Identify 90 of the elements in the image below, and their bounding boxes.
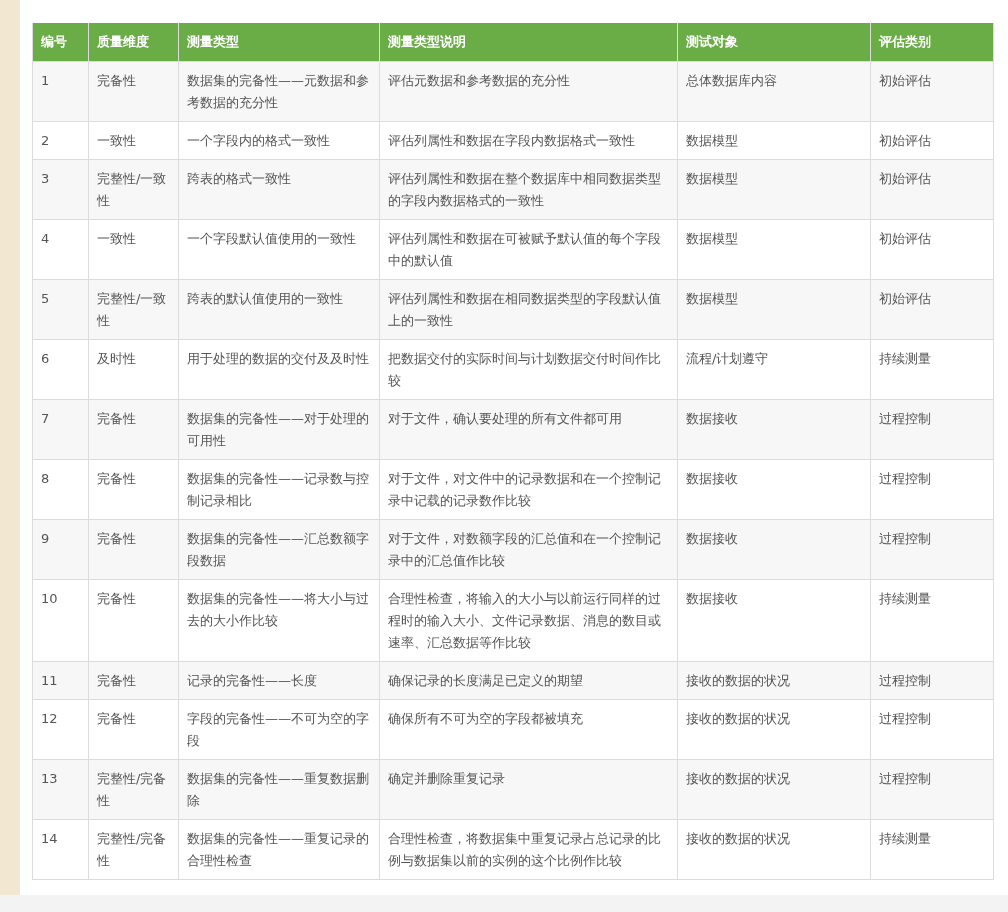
table-cell: 总体数据库内容 xyxy=(677,61,871,122)
table-cell: 对于文件，确认要处理的所有文件都可用 xyxy=(379,399,678,460)
table-cell: 完备性 xyxy=(88,61,179,122)
table-cell: 确定并删除重复记录 xyxy=(379,759,678,820)
table-cell: 一致性 xyxy=(88,219,179,280)
table-cell: 过程控制 xyxy=(870,661,994,700)
table-cell: 对于文件，对数额字段的汇总值和在一个控制记录中的汇总值作比较 xyxy=(379,519,678,580)
table-cell: 初始评估 xyxy=(870,159,994,220)
table-cell: 过程控制 xyxy=(870,399,994,460)
table-cell: 接收的数据的状况 xyxy=(677,699,871,760)
table-cell: 过程控制 xyxy=(870,699,994,760)
table-cell: 跨表的默认值使用的一致性 xyxy=(178,279,380,340)
table-cell: 及时性 xyxy=(88,339,179,400)
table-cell: 数据集的完备性——汇总数额字段数据 xyxy=(178,519,380,580)
table-cell: 数据接收 xyxy=(677,579,871,662)
table-cell: 完整性/一致性 xyxy=(88,279,179,340)
table-cell: 接收的数据的状况 xyxy=(677,819,871,880)
table-cell: 完备性 xyxy=(88,519,179,580)
column-header: 评估类别 xyxy=(870,23,994,62)
table-cell: 数据集的完备性——重复数据删除 xyxy=(178,759,380,820)
table-cell: 一个字段内的格式一致性 xyxy=(178,121,380,160)
table-cell: 用于处理的数据的交付及及时性 xyxy=(178,339,380,400)
table-cell: 合理性检查，将输入的大小与以前运行同样的过程时的输入大小、文件记录数据、消息的数目或速率、汇总数据等作比较 xyxy=(379,579,678,662)
table-cell: 持续测量 xyxy=(870,339,994,400)
table-cell: 持续测量 xyxy=(870,579,994,662)
table-cell: 完备性 xyxy=(88,699,179,760)
table-cell: 流程/计划遵守 xyxy=(677,339,871,400)
table-cell: 数据集的完备性——元数据和参考数据的充分性 xyxy=(178,61,380,122)
table-cell: 数据模型 xyxy=(677,159,871,220)
table-cell: 1 xyxy=(32,61,89,122)
table-cell: 完整性/完备性 xyxy=(88,819,179,880)
table-cell: 评估列属性和数据在字段内数据格式一致性 xyxy=(379,121,678,160)
table-cell: 跨表的格式一致性 xyxy=(178,159,380,220)
table-cell: 过程控制 xyxy=(870,759,994,820)
table-cell: 完整性/一致性 xyxy=(88,159,179,220)
column-header: 质量维度 xyxy=(88,23,179,62)
table-cell: 记录的完备性——长度 xyxy=(178,661,380,700)
table-cell: 对于文件，对文件中的记录数据和在一个控制记录中记载的记录数作比较 xyxy=(379,459,678,520)
table-cell: 合理性检查，将数据集中重复记录占总记录的比例与数据集以前的实例的这个比例作比较 xyxy=(379,819,678,880)
table-cell: 数据集的完备性——对于处理的可用性 xyxy=(178,399,380,460)
table-cell: 3 xyxy=(32,159,89,220)
column-header: 测量类型 xyxy=(178,23,380,62)
table-cell: 12 xyxy=(32,699,89,760)
table-cell: 确保所有不可为空的字段都被填充 xyxy=(379,699,678,760)
table-cell: 数据接收 xyxy=(677,519,871,580)
table-cell: 评估列属性和数据在整个数据库中相同数据类型的字段内数据格式的一致性 xyxy=(379,159,678,220)
table-cell: 确保记录的长度满足已定义的期望 xyxy=(379,661,678,700)
table-cell: 数据集的完备性——记录数与控制记录相比 xyxy=(178,459,380,520)
table-cell: 数据集的完备性——重复记录的合理性检查 xyxy=(178,819,380,880)
table-cell: 11 xyxy=(32,661,89,700)
table-cell: 初始评估 xyxy=(870,279,994,340)
table-cell: 过程控制 xyxy=(870,459,994,520)
table-cell: 持续测量 xyxy=(870,819,994,880)
table-cell: 过程控制 xyxy=(870,519,994,580)
table-cell: 完备性 xyxy=(88,661,179,700)
table-cell: 完备性 xyxy=(88,579,179,662)
table-cell: 完备性 xyxy=(88,399,179,460)
table-cell: 评估列属性和数据在可被赋予默认值的每个字段中的默认值 xyxy=(379,219,678,280)
table-cell: 数据接收 xyxy=(677,459,871,520)
table-cell: 接收的数据的状况 xyxy=(677,759,871,820)
table-cell: 数据集的完备性——将大小与过去的大小作比较 xyxy=(178,579,380,662)
table-cell: 7 xyxy=(32,399,89,460)
table-cell: 数据模型 xyxy=(677,219,871,280)
table-cell: 8 xyxy=(32,459,89,520)
table-cell: 9 xyxy=(32,519,89,580)
table-cell: 初始评估 xyxy=(870,219,994,280)
table-cell: 评估列属性和数据在相同数据类型的字段默认值上的一致性 xyxy=(379,279,678,340)
column-header: 测试对象 xyxy=(677,23,871,62)
column-header: 编号 xyxy=(32,23,89,62)
table-cell: 数据模型 xyxy=(677,121,871,160)
table-cell: 13 xyxy=(32,759,89,820)
table-cell: 初始评估 xyxy=(870,61,994,122)
table-cell: 把数据交付的实际时间与计划数据交付时间作比较 xyxy=(379,339,678,400)
table-cell: 一个字段默认值使用的一致性 xyxy=(178,219,380,280)
table-cell: 6 xyxy=(32,339,89,400)
table-cell: 字段的完备性——不可为空的字段 xyxy=(178,699,380,760)
table-cell: 4 xyxy=(32,219,89,280)
table-cell: 评估元数据和参考数据的充分性 xyxy=(379,61,678,122)
table-cell: 初始评估 xyxy=(870,121,994,160)
table-cell: 数据接收 xyxy=(677,399,871,460)
table-cell: 一致性 xyxy=(88,121,179,160)
table-cell: 完备性 xyxy=(88,459,179,520)
column-header: 测量类型说明 xyxy=(379,23,678,62)
table-cell: 5 xyxy=(32,279,89,340)
table-cell: 数据模型 xyxy=(677,279,871,340)
table-cell: 完整性/完备性 xyxy=(88,759,179,820)
table-cell: 接收的数据的状况 xyxy=(677,661,871,700)
table-cell: 14 xyxy=(32,819,89,880)
table-cell: 2 xyxy=(32,121,89,160)
table-cell: 10 xyxy=(32,579,89,662)
